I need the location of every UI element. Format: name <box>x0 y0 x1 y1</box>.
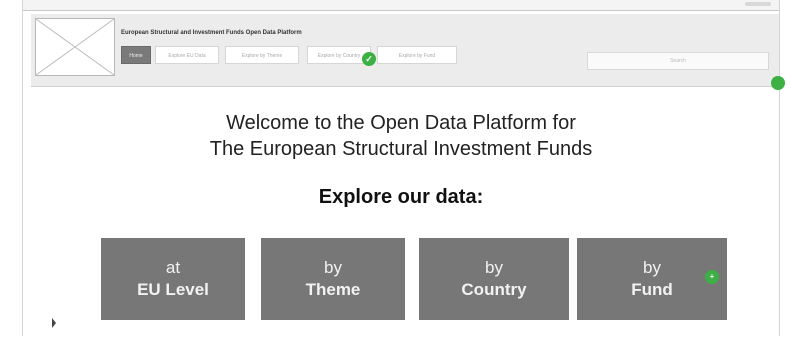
window-top-bar <box>23 0 779 11</box>
card-prefix: by <box>324 258 342 277</box>
welcome-text: Welcome to the Open Data Platform for Th… <box>23 110 779 162</box>
nav-home[interactable]: Home <box>121 46 151 64</box>
site-title: European Structural and Investment Funds… <box>121 30 302 36</box>
explore-country-card[interactable]: by Country <box>419 238 569 320</box>
search-input[interactable]: Search <box>587 52 769 70</box>
welcome-line-2: The European Structural Investment Funds <box>209 138 593 160</box>
nav-explore-by-fund[interactable]: Explore by Fund <box>377 46 457 64</box>
card-label: Fund <box>631 280 673 299</box>
explore-theme-card[interactable]: by Theme <box>261 238 405 320</box>
welcome-line-1: Welcome to the Open Data Platform for <box>226 112 576 134</box>
check-icon: + <box>705 270 719 284</box>
check-icon: ✓ <box>362 52 376 66</box>
card-prefix: at <box>165 258 181 277</box>
window-control <box>745 2 771 6</box>
logo-placeholder-icon <box>35 18 115 76</box>
card-label: Theme <box>305 280 361 299</box>
card-label: Country <box>461 280 527 299</box>
check-icon <box>771 76 785 90</box>
browser-viewport: European Structural and Investment Funds… <box>22 0 785 336</box>
nav-explore-by-theme[interactable]: Explore by Theme <box>225 46 299 64</box>
site-header: European Structural and Investment Funds… <box>31 14 779 87</box>
explore-heading: Explore our data: <box>318 186 484 208</box>
explore-eu-level-card[interactable]: at EU Level <box>101 238 245 320</box>
cursor-icon <box>52 318 56 328</box>
card-prefix: by <box>485 258 503 277</box>
card-label: EU Level <box>137 280 209 299</box>
nav-explore-eu-data[interactable]: Explore EU Data <box>155 46 219 64</box>
